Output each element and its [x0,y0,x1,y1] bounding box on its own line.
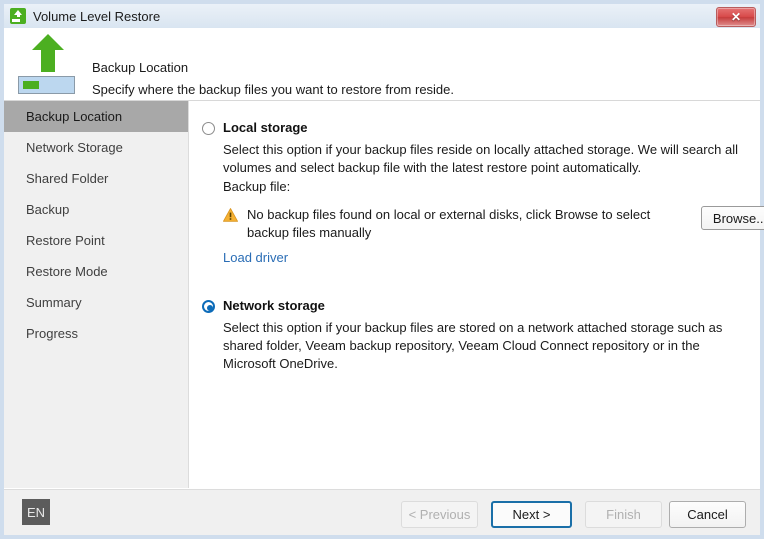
previous-button[interactable]: < Previous [401,501,478,528]
dialog-footer: EN < Previous Next > Finish Cancel [4,489,760,535]
close-icon[interactable]: ✕ [716,7,756,27]
sidebar-item-progress[interactable]: Progress [4,318,188,349]
load-driver-link[interactable]: Load driver [223,250,288,265]
sidebar-item-label: Backup [26,202,70,217]
backup-file-label: Backup file: [223,179,291,194]
page-subtitle: Specify where the backup files you want … [92,82,455,97]
sidebar-item-label: Backup Location [26,109,123,124]
wizard-header: Backup Location Specify where the backup… [4,28,760,101]
cancel-button[interactable]: Cancel [669,501,746,528]
sidebar-item-backup[interactable]: Backup [4,194,188,225]
sidebar-item-summary[interactable]: Summary [4,287,188,318]
content-panel: Local storage Select this option if your… [190,101,764,488]
warning-triangle-icon [223,208,238,222]
sidebar-item-label: Shared Folder [26,171,109,186]
dialog-window: Volume Level Restore ✕ Backup Location S… [0,0,764,539]
sidebar-item-label: Network Storage [26,140,123,155]
sidebar-item-restore-point[interactable]: Restore Point [4,225,188,256]
option-network-storage-label: Network storage [223,298,325,313]
sidebar-item-label: Restore Point [26,233,105,248]
wizard-steps-sidebar: Backup Location Network Storage Shared F… [4,101,189,488]
sidebar-item-network-storage[interactable]: Network Storage [4,132,188,163]
sidebar-item-restore-mode[interactable]: Restore Mode [4,256,188,287]
sidebar-item-label: Summary [26,295,82,310]
page-title: Backup Location [92,60,189,75]
green-up-arrow-volume-icon [18,34,78,96]
option-local-storage-description: Select this option if your backup files … [223,142,738,175]
browse-button[interactable]: Browse... [701,206,764,230]
next-button[interactable]: Next > [491,501,572,528]
sidebar-item-label: Restore Mode [26,264,108,279]
sidebar-item-label: Progress [26,326,79,341]
option-local-storage-label: Local storage [223,120,308,135]
volume-restore-icon [10,8,26,24]
option-network-storage-description: Select this option if your backup files … [223,320,723,371]
backup-file-warning-text: No backup files found on local or extern… [247,207,651,240]
finish-button[interactable]: Finish [585,501,662,528]
radio-local-storage[interactable] [202,122,215,135]
sidebar-item-backup-location[interactable]: Backup Location [4,101,188,132]
close-glyph: ✕ [730,10,742,24]
sidebar-item-shared-folder[interactable]: Shared Folder [4,163,188,194]
radio-network-storage[interactable] [202,300,215,313]
title-bar: Volume Level Restore ✕ [4,4,760,29]
window-title: Volume Level Restore [33,8,161,24]
language-indicator[interactable]: EN [22,499,50,525]
